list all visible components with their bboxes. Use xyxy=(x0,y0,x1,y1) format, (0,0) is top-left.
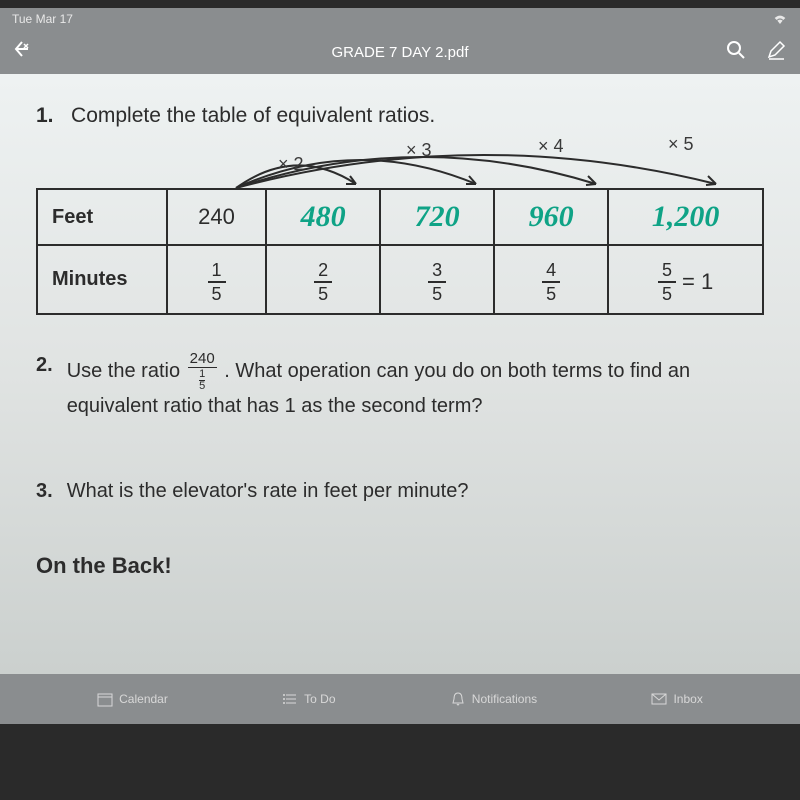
question-1: 1. Complete the table of equivalent rati… xyxy=(36,104,764,128)
min-col3: 35 xyxy=(380,245,494,314)
multiplier-x4: × 4 xyxy=(538,136,564,157)
q2-number: 2. xyxy=(36,351,53,420)
question-3: 3. What is the elevator's rate in feet p… xyxy=(36,480,764,503)
table-row-feet: Feet 240 480 720 960 1,200 xyxy=(37,189,763,245)
ios-status-bar: Tue Mar 17 xyxy=(0,8,800,30)
list-icon xyxy=(282,691,298,707)
bottom-nav-bar: Calendar To Do Notifications Inbox xyxy=(0,674,800,724)
back-icon[interactable] xyxy=(14,40,34,64)
feet-col3: 720 xyxy=(380,189,494,245)
document-title: GRADE 7 DAY 2.pdf xyxy=(331,44,468,61)
nav-todo[interactable]: To Do xyxy=(282,691,335,707)
nav-calendar[interactable]: Calendar xyxy=(97,691,168,707)
handwritten-480: 480 xyxy=(301,200,346,233)
handwritten-1200: 1,200 xyxy=(652,200,720,233)
multiplier-x5: × 5 xyxy=(668,134,694,155)
q3-text: What is the elevator's rate in feet per … xyxy=(67,480,469,503)
edit-icon[interactable] xyxy=(766,40,786,65)
worksheet-page[interactable]: 1. Complete the table of equivalent rati… xyxy=(0,74,800,674)
min-col5: 55= 1 xyxy=(608,245,763,314)
search-icon[interactable] xyxy=(726,40,746,65)
ratio-fraction: 240 15 xyxy=(188,351,217,392)
status-datetime: Tue Mar 17 xyxy=(12,12,73,26)
pdf-viewer-header: GRADE 7 DAY 2.pdf xyxy=(0,30,800,74)
feet-col5: 1,200 xyxy=(608,189,763,245)
row-label-minutes: Minutes xyxy=(37,245,167,314)
min-col2: 25 xyxy=(266,245,380,314)
q1-prompt: Complete the table of equivalent ratios. xyxy=(71,104,435,127)
feet-col2: 480 xyxy=(266,189,380,245)
multiplier-x2: × 2 xyxy=(278,154,304,175)
calendar-icon xyxy=(97,691,113,707)
mail-icon xyxy=(651,691,667,707)
min-col1: 15 xyxy=(167,245,266,314)
row-label-feet: Feet xyxy=(37,189,167,245)
q1-number: 1. xyxy=(36,104,54,127)
q3-number: 3. xyxy=(36,480,53,503)
nav-inbox[interactable]: Inbox xyxy=(651,691,702,707)
feet-col4: 960 xyxy=(494,189,608,245)
feet-col1: 240 xyxy=(167,189,266,245)
multiplier-x3: × 3 xyxy=(406,140,432,161)
nav-notifications[interactable]: Notifications xyxy=(450,691,537,707)
bell-icon xyxy=(450,691,466,707)
table-row-minutes: Minutes 15 25 35 45 55= 1 xyxy=(37,245,763,314)
min-col4: 45 xyxy=(494,245,608,314)
q2-body: Use the ratio 240 15 . What operation ca… xyxy=(67,351,764,420)
wifi-icon xyxy=(772,12,788,27)
on-the-back-heading: On the Back! xyxy=(36,553,764,579)
handwritten-720: 720 xyxy=(415,200,460,233)
ratio-table: Feet 240 480 720 960 1,200 Minutes 15 25… xyxy=(36,188,764,315)
handwritten-960: 960 xyxy=(529,200,574,233)
question-2: 2. Use the ratio 240 15 . What operation… xyxy=(36,351,764,420)
device-frame: Tue Mar 17 GRADE 7 DAY 2.pdf 1. Complete… xyxy=(0,0,800,800)
